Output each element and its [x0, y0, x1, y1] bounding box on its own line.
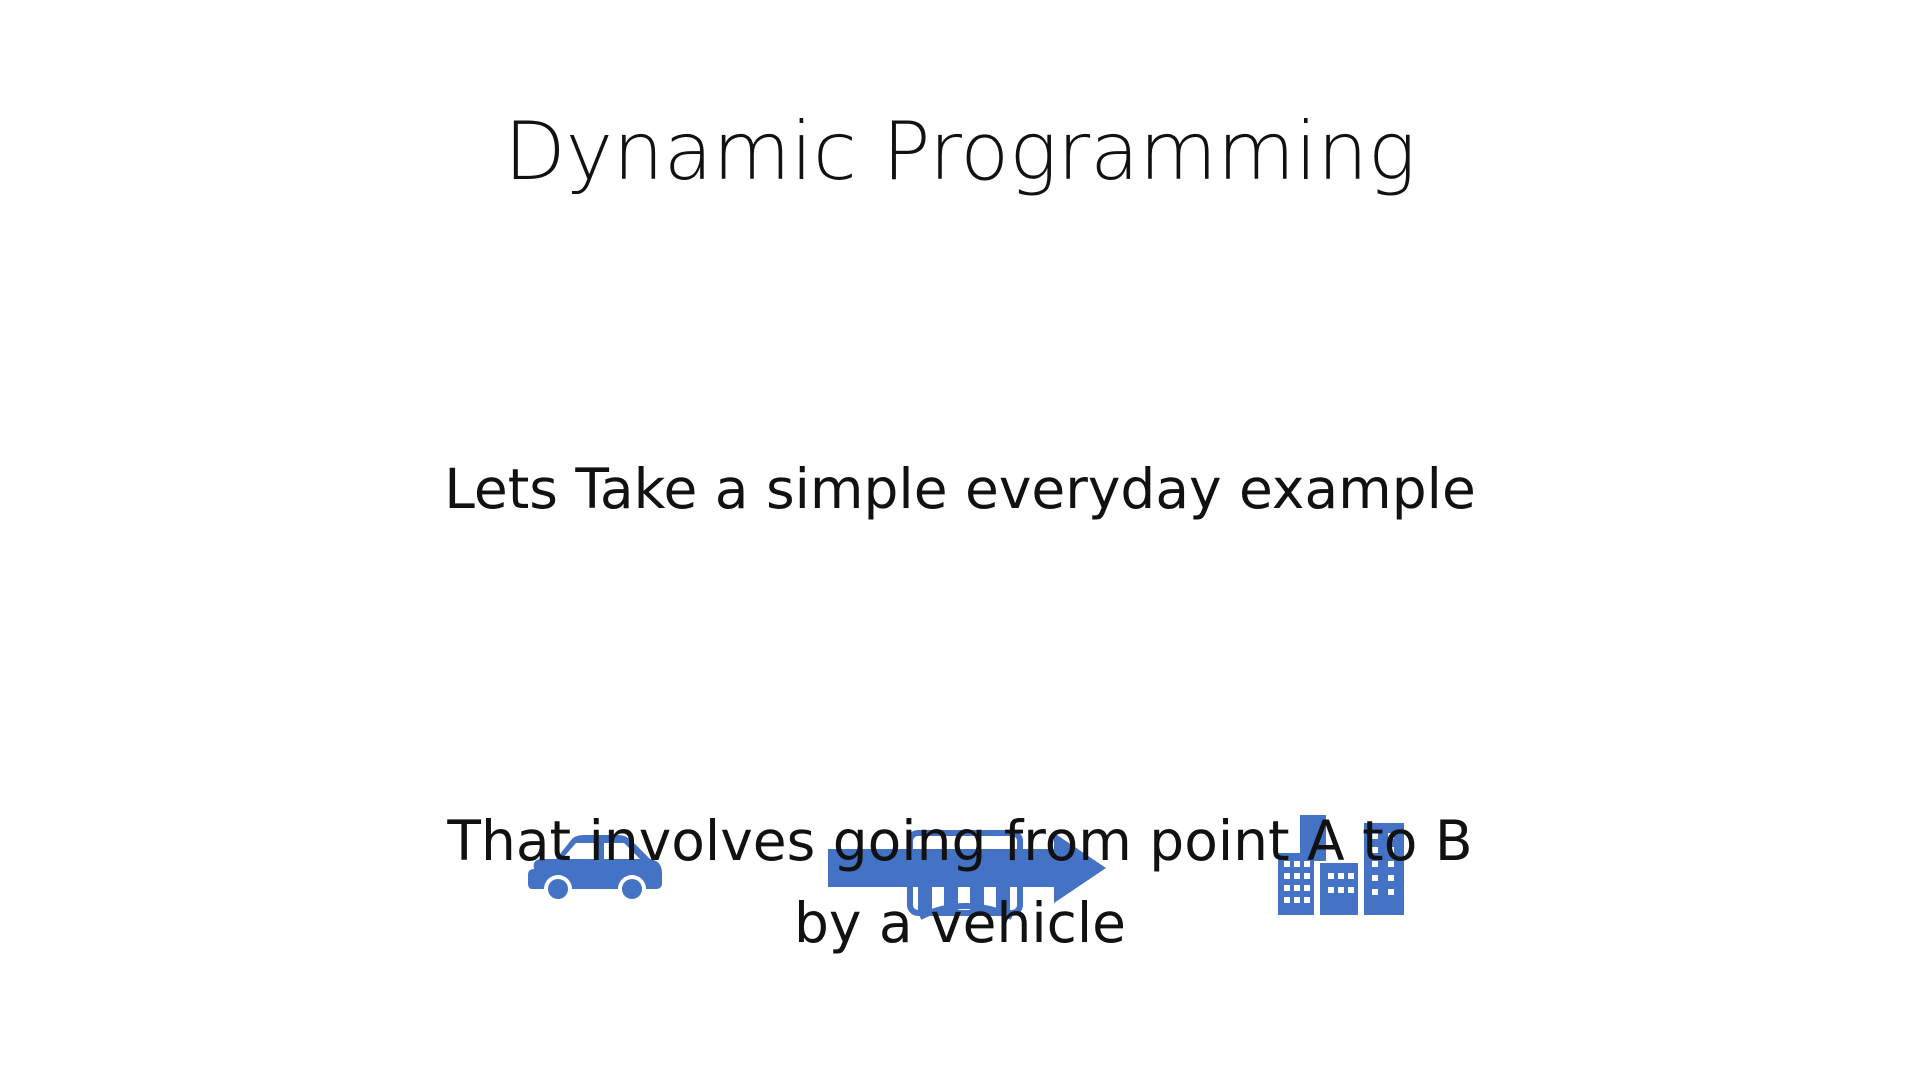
slide: Dynamic Programming Lets Take a simple e… [0, 0, 1920, 1088]
body-line-1: That involves going from point A to B [447, 809, 1473, 873]
slide-subtitle: Lets Take a simple everyday example [444, 457, 1476, 521]
slide-title: Dynamic Programming [504, 105, 1416, 198]
slide-body-text: That involves going from point A to B by… [0, 800, 1920, 964]
body-line-2: by a vehicle [793, 891, 1126, 955]
